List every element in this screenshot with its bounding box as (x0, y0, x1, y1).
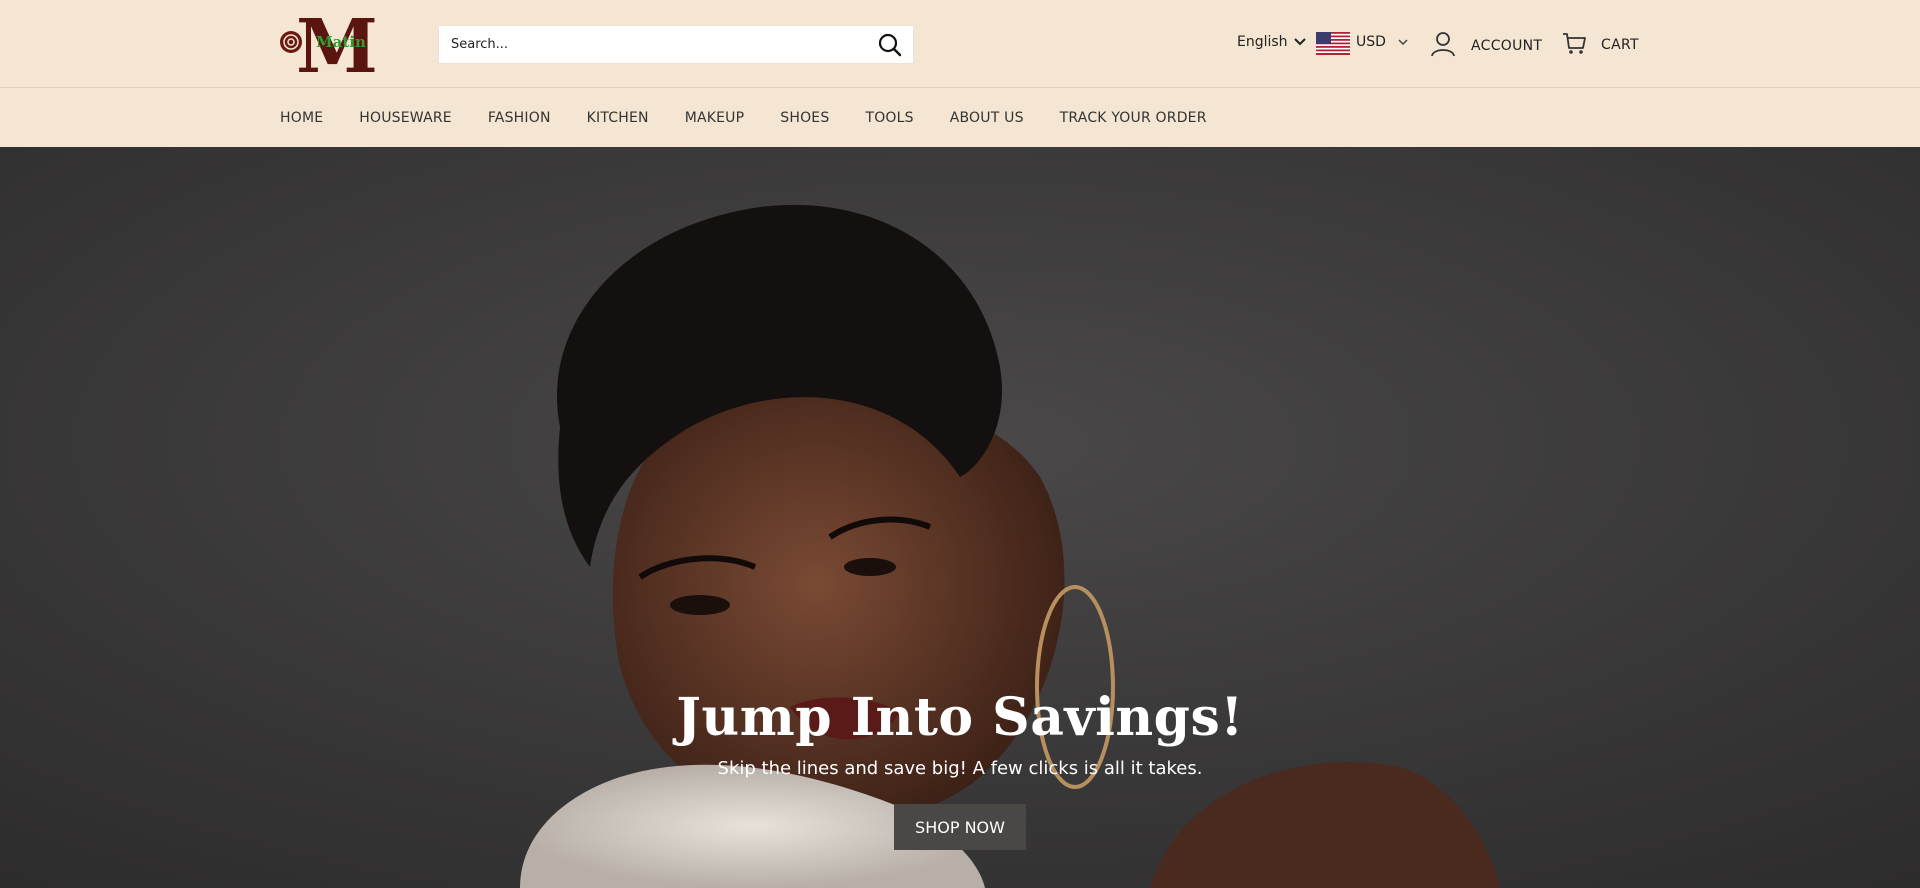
hero-banner: Jump Into Savings! Skip the lines and sa… (0, 147, 1920, 888)
nav-item-houseware[interactable]: HOUSEWARE (359, 110, 452, 126)
language-selector[interactable]: English (1237, 34, 1306, 50)
nav-item-shoes[interactable]: SHOES (780, 110, 829, 126)
search-bar (438, 25, 914, 64)
currency-label: USD (1356, 34, 1386, 50)
hero-title: Jump Into Savings! (676, 687, 1244, 748)
account-link[interactable]: ACCOUNT (1429, 30, 1542, 62)
hero-subtitle: Skip the lines and save big! A few click… (717, 758, 1203, 779)
nav-item-tools[interactable]: TOOLS (865, 110, 913, 126)
logo-text: Matin (316, 33, 366, 51)
site-header: M Matin English USD (0, 0, 1920, 88)
main-nav: HOME HOUSEWARE FASHION KITCHEN MAKEUP SH… (0, 89, 1920, 147)
account-label: ACCOUNT (1471, 38, 1543, 54)
search-icon[interactable] (877, 32, 903, 58)
nav-item-about-us[interactable]: ABOUT US (950, 110, 1024, 126)
logo-graphic: M Matin (280, 12, 378, 76)
nav-item-makeup[interactable]: MAKEUP (685, 110, 745, 126)
chevron-down-icon (1398, 34, 1408, 50)
nav-item-home[interactable]: HOME (280, 110, 323, 126)
nav-item-kitchen[interactable]: KITCHEN (587, 110, 649, 126)
language-label: English (1237, 34, 1288, 50)
nav-item-fashion[interactable]: FASHION (488, 110, 551, 126)
chevron-down-icon (1293, 34, 1306, 50)
nav-item-track-order[interactable]: TRACK YOUR ORDER (1060, 110, 1207, 126)
user-icon (1429, 30, 1457, 62)
shop-now-button[interactable]: SHOP NOW (894, 804, 1026, 850)
cart-link[interactable]: CART (1561, 30, 1639, 60)
search-input[interactable] (451, 26, 851, 63)
cart-icon (1561, 30, 1587, 60)
us-flag-icon (1316, 32, 1350, 55)
cart-label: CART (1601, 37, 1639, 53)
site-logo[interactable]: M Matin (278, 12, 378, 76)
currency-selector[interactable]: USD (1356, 34, 1408, 50)
